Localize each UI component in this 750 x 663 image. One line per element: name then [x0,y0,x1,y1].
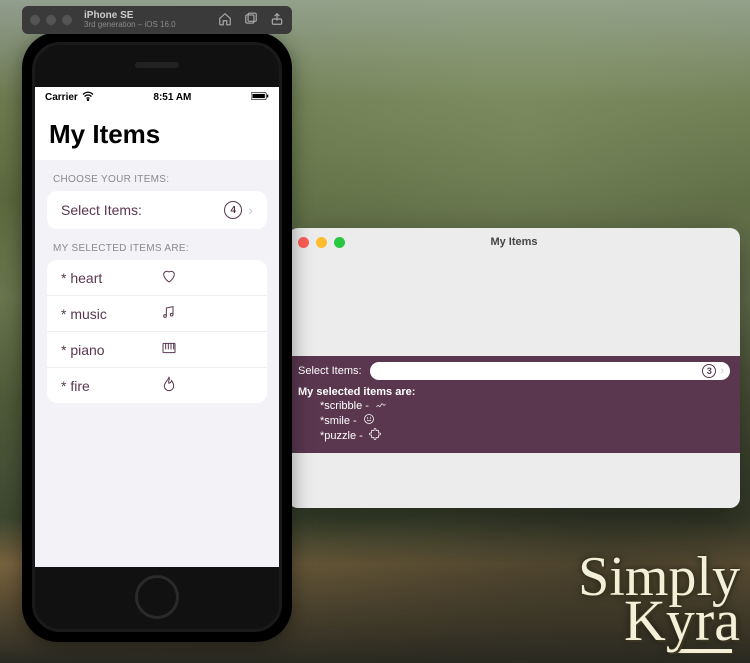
phone-speaker [135,62,179,68]
traffic-minimize[interactable] [46,15,56,25]
count-badge: 4 [224,201,242,219]
item-label: * heart [61,270,161,286]
heart-icon [161,268,177,287]
clock-label: 8:51 AM [153,92,191,103]
battery-icon [251,91,269,104]
item-label: * piano [61,342,161,358]
list-item: *puzzle - [298,428,730,443]
selected-items-list: * heart * music * piano * fire [47,260,267,403]
share-icon[interactable] [270,12,284,29]
window-title: My Items [288,236,740,248]
screenshot-icon[interactable] [244,12,258,29]
select-items-row[interactable]: Select Items: 3 › [298,362,730,380]
list-item: *smile - [298,413,730,428]
smile-icon [363,413,375,428]
traffic-close[interactable] [298,237,309,248]
mac-titlebar[interactable]: My Items [288,228,740,256]
item-label: *scribble - [320,400,369,412]
traffic-zoom[interactable] [334,237,345,248]
select-items-label: Select Items: [61,202,224,218]
iphone-frame: Carrier 8:51 AM My Items CHOOSE YOUR ITE… [22,32,292,642]
list-item: * fire [47,368,267,403]
page-title: My Items [35,107,279,160]
simulator-toolbar: iPhone SE 3rd generation – iOS 16.0 [22,6,292,34]
phone-screen: Carrier 8:51 AM My Items CHOOSE YOUR ITE… [35,87,279,567]
section-choose-header: CHOOSE YOUR ITEMS: [35,160,279,191]
device-subtitle: 3rd generation – iOS 16.0 [84,21,176,30]
piano-icon [161,340,177,359]
wifi-icon [82,91,94,104]
carrier-label: Carrier [45,92,78,103]
scribble-icon [375,398,387,413]
music-icon [161,304,177,323]
home-icon[interactable] [218,12,232,29]
home-button[interactable] [135,575,179,619]
count-badge: 3 [702,364,716,378]
chevron-right-icon: › [248,202,253,218]
list-item: *scribble - [298,398,730,413]
section-selected-header: MY SELECTED ITEMS ARE: [35,229,279,260]
select-items-row[interactable]: Select Items: 4 › [47,191,267,229]
chevron-right-icon: › [720,365,724,377]
select-pill[interactable]: 3 › [370,362,730,380]
list-item: * music [47,296,267,332]
content-band: Select Items: 3 › My selected items are:… [288,356,740,453]
item-label: *puzzle - [320,430,363,442]
select-items-label: Select Items: [298,365,362,377]
mac-window: My Items Select Items: 3 › My selected i… [288,228,740,508]
traffic-minimize[interactable] [316,237,327,248]
puzzle-icon [369,428,381,443]
simulator-title: iPhone SE 3rd generation – iOS 16.0 [84,10,176,30]
traffic-close[interactable] [30,15,40,25]
flame-icon [161,376,177,395]
list-item: * piano [47,332,267,368]
item-label: * music [61,306,161,322]
item-label: * fire [61,378,161,394]
list-item: * heart [47,260,267,296]
traffic-zoom[interactable] [62,15,72,25]
item-label: *smile - [320,415,357,427]
selected-header: My selected items are: [298,386,730,398]
status-bar: Carrier 8:51 AM [35,87,279,107]
